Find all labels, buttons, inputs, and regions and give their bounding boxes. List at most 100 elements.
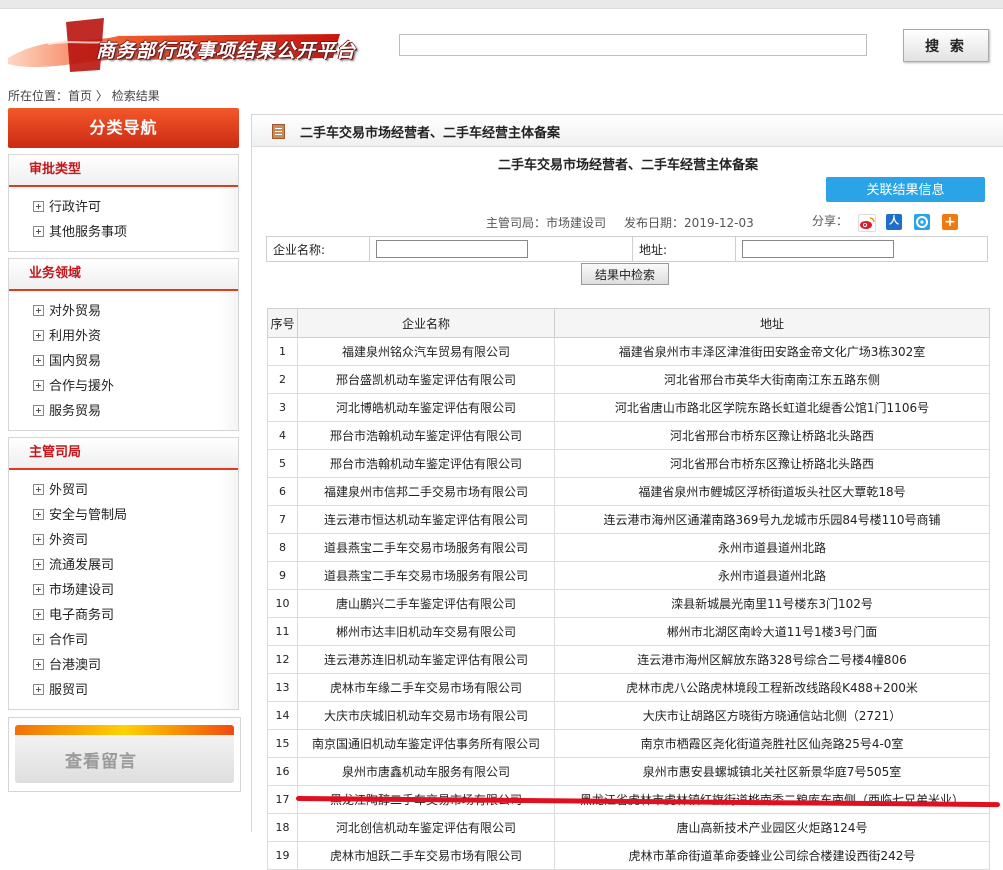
expand-plus-icon[interactable] (33, 559, 44, 570)
sidebar-item[interactable]: 外贸司 (9, 478, 238, 503)
expand-plus-icon[interactable] (33, 305, 44, 316)
sidebar-item[interactable]: 行政许可 (9, 195, 238, 220)
table-header-row: 序号 企业名称 地址 (267, 308, 990, 338)
plus-icon[interactable]: + (942, 214, 958, 230)
sidebar-item[interactable]: 合作与援外 (9, 374, 238, 399)
qzone-icon[interactable] (914, 214, 930, 230)
sidebar-section-business-field: 业务领域 对外贸易 利用外资 国内贸易 合作与援外 服务贸易 (8, 258, 239, 431)
sidebar-item[interactable]: 台港澳司 (9, 653, 238, 678)
table-row[interactable]: 15 南京国通旧机动车鉴定评估事务所有限公司 南京市栖霞区尧化街道尧胜社区仙尧路25… (267, 729, 990, 758)
table-row[interactable]: 9 道县燕宝二手车交易市场服务有限公司 永州市道县道州北路 (267, 561, 990, 590)
table-cell-company[interactable]: 福建泉州市信邦二手交易市场有限公司 (297, 477, 555, 506)
address-input[interactable] (742, 240, 894, 258)
sidebar-item[interactable]: 服贸司 (9, 678, 238, 703)
table-cell-company[interactable]: 虎林市旭跃二手车交易市场有限公司 (297, 841, 555, 870)
sidebar-item[interactable]: 安全与管制局 (9, 503, 238, 528)
table-row[interactable]: 7 连云港市恒达机动车鉴定评估有限公司 连云港市海州区通灌南路369号九龙城市乐园8… (267, 505, 990, 534)
table-cell-company[interactable]: 连云港市恒达机动车鉴定评估有限公司 (297, 505, 555, 534)
table-cell-company[interactable]: 河北博皓机动车鉴定评估有限公司 (297, 393, 555, 422)
search-button[interactable]: 搜 索 (903, 29, 989, 62)
sidebar-section-approval-type: 审批类型 行政许可 其他服务事项 (8, 154, 239, 252)
view-messages-label: 查看留言 (65, 752, 137, 772)
expand-plus-icon[interactable] (33, 634, 44, 645)
table-row[interactable]: 10 唐山鹏兴二手车鉴定评估有限公司 滦县新城晨光南里11号楼东3门102号 (267, 589, 990, 618)
renren-icon[interactable]: 人 (886, 214, 902, 230)
company-name-input[interactable] (376, 240, 528, 258)
table-cell-company[interactable]: 邢台盛凯机动车鉴定评估有限公司 (297, 365, 555, 394)
table-cell-company[interactable]: 泉州市唐鑫机动车服务有限公司 (297, 757, 555, 786)
expand-plus-icon[interactable] (33, 484, 44, 495)
expand-plus-icon[interactable] (33, 355, 44, 366)
search-input[interactable] (399, 34, 867, 56)
sidebar-item[interactable]: 其他服务事项 (9, 220, 238, 245)
filter-form: 企业名称: 地址: (266, 236, 988, 262)
table-row[interactable]: 4 邢台市浩翰机动车鉴定评估有限公司 河北省邢台市桥东区豫让桥路北头路西 (267, 421, 990, 450)
weibo-icon[interactable] (858, 214, 876, 232)
expand-plus-icon[interactable] (33, 534, 44, 545)
table-cell-company[interactable]: 道县燕宝二手车交易市场服务有限公司 (297, 561, 555, 590)
expand-plus-icon[interactable] (33, 330, 44, 341)
table-cell-company[interactable]: 南京国通旧机动车鉴定评估事务所有限公司 (297, 729, 555, 758)
table-cell-address: 虎林市革命街道革命委蜂业公司综合楼建设西街242号 (554, 841, 990, 870)
table-cell-company[interactable]: 邢台市浩翰机动车鉴定评估有限公司 (297, 449, 555, 478)
table-cell-seq: 2 (267, 365, 298, 394)
table-cell-company[interactable]: 唐山鹏兴二手车鉴定评估有限公司 (297, 589, 555, 618)
expand-plus-icon[interactable] (33, 509, 44, 520)
table-row[interactable]: 3 河北博皓机动车鉴定评估有限公司 河北省唐山市路北区学院东路长虹道北缇香公馆1门1… (267, 393, 990, 422)
table-row[interactable]: 18 河北创信机动车鉴定评估有限公司 唐山高新技术产业园区火炬路124号 (267, 813, 990, 842)
sidebar-item[interactable]: 电子商务司 (9, 603, 238, 628)
breadcrumb-prefix: 所在位置： (8, 89, 69, 103)
table-cell-company[interactable]: 福建泉州铭众汽车贸易有限公司 (297, 337, 555, 366)
sidebar-item[interactable]: 流通发展司 (9, 553, 238, 578)
table-cell-company[interactable]: 虎林市车缘二手车交易市场有限公司 (297, 673, 555, 702)
expand-plus-icon[interactable] (33, 201, 44, 212)
column-header: 地址 (554, 308, 990, 338)
company-filter-label: 企业名称: (266, 236, 370, 262)
sidebar-item[interactable]: 市场建设司 (9, 578, 238, 603)
view-messages-banner[interactable]: 查看留言 (8, 717, 241, 792)
table-row[interactable]: 11 郴州市达丰旧机动车交易有限公司 郴州市北湖区南岭大道11号1楼3号门面 (267, 617, 990, 646)
sidebar-item[interactable]: 国内贸易 (9, 349, 238, 374)
publish-meta: 主管司局：市场建设司 发布日期：2019-12-03 (486, 214, 754, 231)
expand-plus-icon[interactable] (33, 405, 44, 416)
expand-plus-icon[interactable] (33, 609, 44, 620)
sidebar-item[interactable]: 合作司 (9, 628, 238, 653)
sidebar-item[interactable]: 利用外资 (9, 324, 238, 349)
table-row[interactable]: 2 邢台盛凯机动车鉴定评估有限公司 河北省邢台市英华大街南南江东五路东侧 (267, 365, 990, 394)
expand-plus-icon[interactable] (33, 659, 44, 670)
table-cell-seq: 9 (267, 561, 298, 590)
table-row[interactable]: 5 邢台市浩翰机动车鉴定评估有限公司 河北省邢台市桥东区豫让桥路北头路西 (267, 449, 990, 478)
sidebar-item-label: 服贸司 (49, 683, 89, 698)
table-cell-address: 滦县新城晨光南里11号楼东3门102号 (554, 589, 990, 618)
expand-plus-icon[interactable] (33, 380, 44, 391)
expand-plus-icon[interactable] (33, 584, 44, 595)
sidebar-item[interactable]: 外资司 (9, 528, 238, 553)
table-cell-company[interactable]: 郴州市达丰旧机动车交易有限公司 (297, 617, 555, 646)
site-logo[interactable]: 商务部行政事项结果公开平台 (8, 14, 355, 80)
breadcrumb-home-link[interactable]: 首页 (68, 89, 92, 103)
table-row[interactable]: 12 连云港苏连旧机动车鉴定评估有限公司 连云港市海州区解放东路328号综合二号楼4… (267, 645, 990, 674)
table-cell-company[interactable]: 邢台市浩翰机动车鉴定评估有限公司 (297, 421, 555, 450)
search-within-results-button[interactable]: 结果中检索 (581, 263, 669, 285)
table-row[interactable]: 13 虎林市车缘二手车交易市场有限公司 虎林市虎八公路虎林境段工程新改线路段K488… (267, 673, 990, 702)
expand-plus-icon[interactable] (33, 684, 44, 695)
sidebar-item[interactable]: 对外贸易 (9, 299, 238, 324)
logo-text: 商务部行政事项结果公开平台 (96, 40, 357, 62)
table-cell-company[interactable]: 道县燕宝二手车交易市场服务有限公司 (297, 533, 555, 562)
related-results-button[interactable]: 关联结果信息 (826, 177, 985, 202)
table-cell-company[interactable]: 河北创信机动车鉴定评估有限公司 (297, 813, 555, 842)
sidebar-item[interactable]: 服务贸易 (9, 399, 238, 424)
expand-plus-icon[interactable] (33, 226, 44, 237)
banner-stripe (15, 725, 234, 735)
sidebar-item-label: 市场建设司 (49, 583, 115, 598)
table-row[interactable]: 1 福建泉州铭众汽车贸易有限公司 福建省泉州市丰泽区津淮街田安路金帝文化广场3栋30… (267, 337, 990, 366)
date-value: 2019-12-03 (684, 216, 754, 230)
table-row[interactable]: 6 福建泉州市信邦二手交易市场有限公司 福建省泉州市鲤城区浮桥街道坂头社区大覃乾18… (267, 477, 990, 506)
table-cell-company[interactable]: 大庆市庆城旧机动车交易市场有限公司 (297, 701, 555, 730)
table-row[interactable]: 19 虎林市旭跃二手车交易市场有限公司 虎林市革命街道革命委蜂业公司综合楼建设西街2… (267, 841, 990, 870)
table-row[interactable]: 14 大庆市庆城旧机动车交易市场有限公司 大庆市让胡路区方晓街方晓通信站北侧（272… (267, 701, 990, 730)
breadcrumb-current: 检索结果 (111, 89, 160, 103)
table-row[interactable]: 16 泉州市唐鑫机动车服务有限公司 泉州市惠安县螺城镇北关社区新景华庭7号505室 (267, 757, 990, 786)
table-row[interactable]: 8 道县燕宝二手车交易市场服务有限公司 永州市道县道州北路 (267, 533, 990, 562)
table-cell-company[interactable]: 连云港苏连旧机动车鉴定评估有限公司 (297, 645, 555, 674)
